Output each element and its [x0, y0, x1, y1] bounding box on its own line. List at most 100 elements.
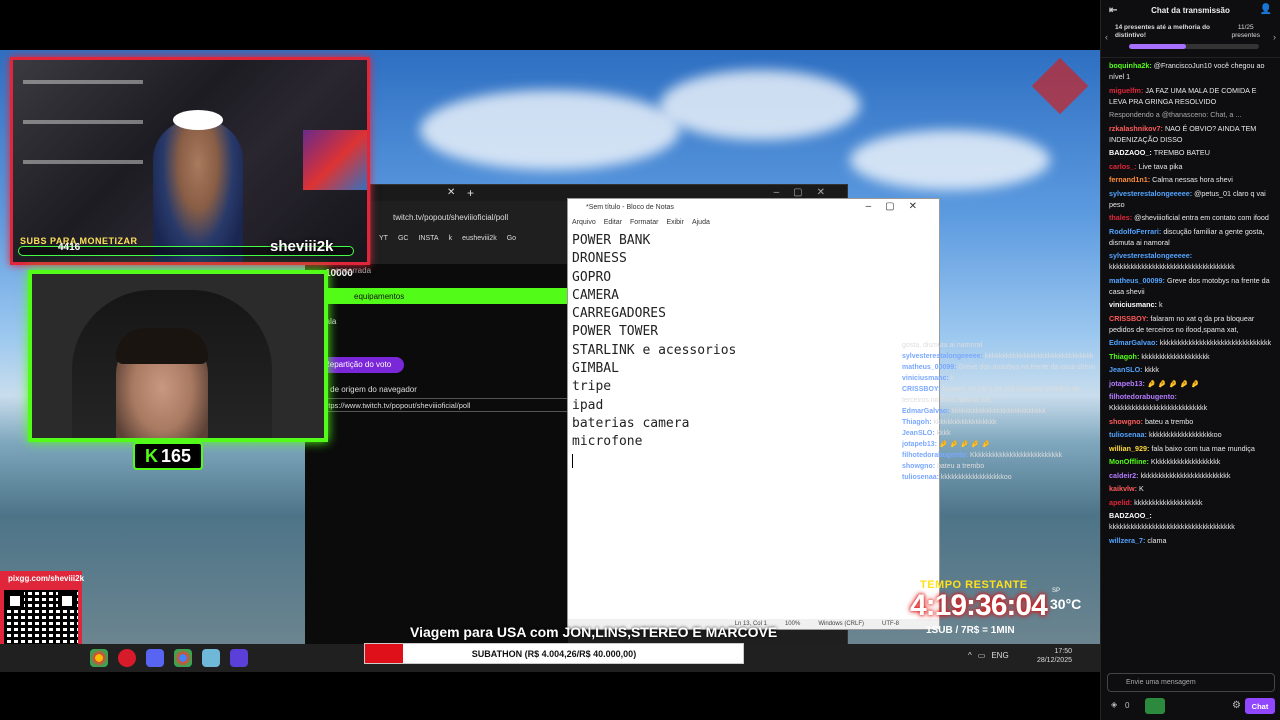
overlay-chat-username: sylvesterestalongeeeee:: [902, 353, 985, 360]
chat-message: filhotedorabugento: Kkkkkkkkkkkkkkkkkkkk…: [1109, 391, 1273, 413]
notepad-title: *Sem título - Bloco de Notas: [586, 204, 674, 211]
chat-username[interactable]: Thiagoh:: [1109, 352, 1141, 361]
chat-text: kkkkkkkkkkkkkkkkkkk: [1134, 497, 1203, 507]
chat-text: K: [1138, 484, 1144, 493]
gear-icon[interactable]: ⚙: [1232, 700, 1241, 711]
status-eol: Windows (CRLF): [818, 621, 864, 627]
chat-message: fernand1n1: Calma nessas hora shevi: [1109, 174, 1273, 185]
new-tab-icon[interactable]: +: [467, 186, 474, 200]
menu-exibir[interactable]: Exibir: [666, 219, 684, 226]
chat-username[interactable]: CRISSBOY:: [1109, 314, 1150, 323]
chrome-icon[interactable]: [174, 649, 192, 667]
text-line: microfone: [572, 434, 643, 450]
chat-username[interactable]: kaikvlw:: [1109, 484, 1139, 493]
vote-breakdown-button[interactable]: Repartição do voto: [320, 357, 404, 373]
chat-username[interactable]: BADZAOO_:: [1109, 511, 1152, 520]
bookmarks-bar: YT GC INSTA k eusheviii2k Go: [379, 235, 516, 242]
chat-username[interactable]: jotapeb13:: [1109, 379, 1147, 388]
chat-username[interactable]: RodolfoFerrari:: [1109, 227, 1163, 236]
kick-icon[interactable]: [1145, 698, 1165, 714]
chat-username[interactable]: carlos_:: [1109, 162, 1139, 171]
notepad-text-area[interactable]: POWER BANK DRONESS GOPRO CAMERA CARREGAD…: [568, 228, 939, 472]
chat-text: kkkkkkkkkkkkkkkkkkkkkkkkkkkkkkk: [1159, 338, 1272, 347]
stream-chat-overlay: gosta, dismuta ai namoral sylvesterestalo…: [902, 340, 1100, 580]
bookmark[interactable]: GC: [398, 235, 409, 242]
network-icon[interactable]: ▭: [978, 651, 986, 660]
opera-icon[interactable]: [118, 649, 136, 667]
chat-username[interactable]: caldeir2:: [1109, 471, 1141, 480]
chat-username[interactable]: EdmarGalvao:: [1109, 338, 1160, 347]
overlay-chat-username: matheus_00099:: [902, 364, 959, 371]
chat-message: apelid: kkkkkkkkkkkkkkkkkkk: [1109, 497, 1273, 508]
chat-message: carlos_: Live tava pika: [1109, 161, 1273, 172]
points-icon[interactable]: ◈: [1111, 700, 1117, 709]
bookmark[interactable]: eusheviii2k: [462, 235, 497, 242]
chat-message-input[interactable]: Envie uma mensagem: [1107, 673, 1275, 692]
chat-message-list[interactable]: boquinha2k: @FranciscoJun10 você chegou …: [1109, 60, 1273, 548]
chevron-up-icon[interactable]: ^: [968, 651, 972, 660]
chat-text: bateu a trembo: [1144, 416, 1194, 426]
chat-text: kkkk: [1144, 365, 1159, 374]
overlay-chat-message: EdmarGalvao: kkkkkkkkkkkkkkkkkkkkkkkkkkk: [902, 406, 1100, 417]
send-chat-button[interactable]: Chat: [1245, 698, 1275, 714]
chat-username[interactable]: fernand1n1:: [1109, 175, 1152, 184]
chat-username[interactable]: thales:: [1109, 213, 1134, 222]
chat-username[interactable]: BADZAOO_:: [1109, 148, 1154, 157]
window-controls[interactable]: –▢✕: [774, 187, 839, 198]
overlay-chat-username: Thiagoh:: [902, 419, 934, 426]
menu-editar[interactable]: Editar: [604, 219, 622, 226]
shelf: [23, 160, 143, 164]
chat-message: JeanSLO: kkkk: [1109, 364, 1273, 375]
overlay-chat-message: tuliosenaa: kkkkkkkkkkkkkkkkkkoo: [902, 472, 1100, 483]
chat-username[interactable]: JeanSLO:: [1109, 365, 1145, 374]
bookmark[interactable]: k: [449, 235, 453, 242]
chat-text: clama: [1147, 535, 1167, 545]
overlay-chat-username: EdmarGalvao:: [902, 408, 952, 415]
guest-hair: [116, 328, 208, 364]
app-icon[interactable]: [230, 649, 248, 667]
chat-username[interactable]: apelid:: [1109, 498, 1134, 507]
close-tab-icon[interactable]: ✕: [447, 187, 455, 198]
menu-ajuda[interactable]: Ajuda: [692, 219, 710, 226]
chevron-right-icon[interactable]: ›: [1273, 32, 1276, 42]
overlay-chat-text: kkkkkkkkkkkkkkkkkkkkkkkkkkk: [951, 408, 1046, 415]
notepad-icon[interactable]: [202, 649, 220, 667]
bookmark[interactable]: YT: [379, 235, 388, 242]
subathon-timer: 4:19:36:04: [910, 589, 1048, 622]
chat-username[interactable]: boquinha2k:: [1109, 61, 1154, 70]
language-indicator[interactable]: ENG: [991, 651, 1008, 660]
gift-goal[interactable]: ‹ 14 presentes até a melhoria do distint…: [1101, 20, 1280, 58]
bookmark[interactable]: Go: [507, 235, 516, 242]
chat-username[interactable]: tuliosenaa:: [1109, 430, 1149, 439]
chat-username[interactable]: miguelfm:: [1109, 86, 1145, 95]
bookmark[interactable]: INSTA: [418, 235, 438, 242]
window-controls[interactable]: –▢✕: [866, 201, 931, 212]
chat-username[interactable]: willzera_7:: [1109, 536, 1147, 545]
origin-url-field[interactable]: https://www.twitch.tv/popout/sheviiiofic…: [318, 398, 568, 412]
taskbar-clock[interactable]: 17:50 28/12/2025: [1032, 647, 1072, 665]
chat-username[interactable]: filhotedorabugento:: [1109, 392, 1177, 401]
overlay-chat-text: kkkk: [936, 430, 951, 437]
text-line: POWER BANK: [572, 233, 651, 248]
chat-text: TREMBO BATEU: [1153, 148, 1210, 157]
menu-formatar[interactable]: Formatar: [630, 219, 658, 226]
chevron-left-icon[interactable]: ‹: [1105, 32, 1108, 42]
users-icon[interactable]: 👤: [1260, 4, 1272, 15]
collapse-icon[interactable]: ⇤: [1109, 5, 1117, 16]
poll-panel: 10000 encerrada equipamentos mala Repart…: [305, 264, 572, 646]
menu-arquivo[interactable]: Arquivo: [572, 219, 596, 226]
chat-username[interactable]: showgno:: [1109, 417, 1145, 426]
chat-username[interactable]: sylvesterestalongeeeee:: [1109, 189, 1194, 198]
chat-username[interactable]: matheus_00099:: [1109, 276, 1167, 285]
poll-option-bar[interactable]: equipamentos: [322, 288, 572, 304]
address-bar[interactable]: twitch.tv/popout/sheviiioficial/poll: [393, 213, 508, 222]
chat-text: k: [1158, 300, 1163, 309]
chat-username[interactable]: willian_929:: [1109, 444, 1151, 453]
chat-username[interactable]: sylvesterestalongeeeee:: [1109, 251, 1192, 260]
discord-icon[interactable]: [146, 649, 164, 667]
chat-username[interactable]: viniciusmanc:: [1109, 300, 1159, 309]
chrome-icon[interactable]: [90, 649, 108, 667]
chat-username[interactable]: rzkalashnikov7:: [1109, 124, 1165, 133]
weather-city: SP: [1052, 588, 1061, 594]
chat-username[interactable]: MonOffline:: [1109, 457, 1151, 466]
